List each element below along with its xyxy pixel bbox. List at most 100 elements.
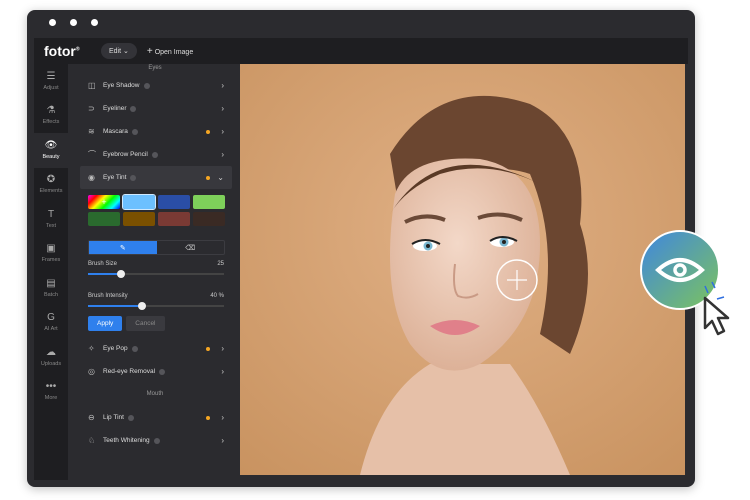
tool-mascara[interactable]: ≋ Mascara › — [80, 120, 232, 143]
tool-label: Eyeliner — [103, 105, 127, 112]
tool-eye-tint[interactable]: ◉ Eye Tint ⌄ — [80, 166, 232, 189]
red-eye-removal-icon: ◎ — [88, 367, 95, 376]
brush-mode-toggle: ✎ ⌫ — [88, 240, 225, 255]
sidebar-item-beauty[interactable]: 👁 Beauty — [34, 133, 68, 168]
brush-size-slider[interactable] — [88, 269, 224, 278]
eye-icon: 👁 — [44, 139, 58, 151]
sidebar-item-text[interactable]: T Text — [34, 202, 68, 237]
sidebar-item-label: More — [44, 395, 58, 402]
logo-text: fotor — [44, 43, 76, 59]
tool-lip-tint[interactable]: ⊖ Lip Tint › — [80, 406, 232, 429]
sidebar-item-elements[interactable]: ✪ Elements — [34, 168, 68, 203]
chevron-right-icon: › — [221, 367, 224, 376]
brush-intensity-value: 40 % — [210, 293, 224, 299]
sidebar-item-ai-art[interactable]: G AI Art — [34, 306, 68, 341]
help-icon[interactable] — [151, 151, 158, 158]
cancel-button[interactable]: Cancel — [126, 316, 165, 331]
status-dot — [206, 415, 210, 420]
chevron-down-icon: ⌄ — [217, 173, 224, 182]
sidebar-item-frames[interactable]: ▣ Frames — [34, 237, 68, 272]
cloud-upload-icon: ☁ — [46, 346, 56, 358]
star-circle-icon: ✪ — [46, 174, 56, 186]
color-swatch[interactable] — [158, 212, 190, 226]
help-icon[interactable] — [143, 82, 150, 89]
window-controls — [49, 19, 98, 26]
chevron-right-icon: › — [221, 104, 224, 113]
teeth-whitening-icon: ♘ — [88, 436, 96, 445]
color-swatches: + — [88, 194, 240, 226]
tool-label: Red-eye Removal — [103, 368, 156, 375]
status-dot — [206, 346, 210, 351]
sidebar-item-uploads[interactable]: ☁ Uploads — [34, 340, 68, 375]
color-swatch[interactable] — [88, 212, 120, 226]
batch-icon: ▤ — [46, 277, 56, 289]
lip-tint-icon: ⊖ — [88, 413, 95, 422]
chevron-right-icon: › — [221, 127, 224, 136]
brush-intensity-slider[interactable] — [88, 301, 224, 310]
sidebar: ☰ Adjust ⚗ Effects 👁 Beauty ✪ Elements T Text ▣ Fra… — [34, 64, 68, 480]
sidebar-item-label: Elements — [39, 188, 63, 195]
tool-eye-pop[interactable]: ✧ Eye Pop › — [80, 337, 232, 360]
eye-shadow-icon: ◫ — [88, 81, 96, 90]
sidebar-item-label: Beauty — [42, 153, 60, 160]
sidebar-item-batch[interactable]: ▤ Batch — [34, 271, 68, 306]
open-image-label: Open Image — [154, 48, 194, 56]
sidebar-item-label: Adjust — [43, 84, 59, 91]
text-icon: T — [47, 208, 55, 220]
color-swatch[interactable] — [158, 195, 190, 209]
flask-icon: ⚗ — [46, 105, 56, 117]
help-icon[interactable] — [153, 437, 160, 444]
slider-knob[interactable] — [138, 301, 147, 310]
tool-label: Mascara — [103, 128, 128, 135]
help-icon[interactable] — [131, 128, 138, 135]
slider-knob[interactable] — [116, 269, 125, 278]
open-image-button[interactable]: + Open Image — [147, 46, 193, 57]
tool-eye-shadow[interactable]: ◫ Eye Shadow › — [80, 74, 232, 97]
section-mouth: Mouth — [146, 391, 164, 397]
sliders-icon: ☰ — [46, 70, 56, 82]
tool-eyebrow-pencil[interactable]: ⌒ Eyebrow Pencil › — [80, 143, 232, 166]
portrait-photo — [240, 64, 685, 475]
window-dot[interactable] — [70, 19, 77, 26]
sidebar-item-effects[interactable]: ⚗ Effects — [34, 99, 68, 134]
color-swatch[interactable] — [123, 212, 155, 226]
sidebar-item-label: Text — [45, 222, 57, 229]
eye-icon: ◉ — [88, 173, 95, 182]
tool-label: Teeth Whitening — [103, 437, 150, 444]
brush-size-label: Brush Size — [88, 261, 118, 267]
more-icon: ••• — [45, 381, 57, 393]
sidebar-item-more[interactable]: ••• More — [34, 375, 68, 410]
edit-menu-button[interactable]: Edit ⌄ — [101, 43, 137, 59]
logo: fotor® — [44, 43, 99, 59]
help-icon[interactable] — [131, 345, 138, 352]
color-swatch[interactable] — [193, 195, 225, 209]
section-eyes: Eyes — [148, 65, 162, 71]
mascara-icon: ≋ — [88, 127, 95, 136]
tool-teeth-whitening[interactable]: ♘ Teeth Whitening › — [80, 429, 232, 452]
sidebar-item-adjust[interactable]: ☰ Adjust — [34, 64, 68, 99]
window-dot[interactable] — [49, 19, 56, 26]
eraser-icon: ⌫ — [185, 244, 196, 252]
tool-label: Eye Pop — [103, 345, 128, 352]
tool-eyeliner[interactable]: ⊃ Eyeliner › — [80, 97, 232, 120]
help-icon[interactable] — [130, 174, 137, 181]
help-icon[interactable] — [159, 368, 166, 375]
eye-tint-badge — [640, 230, 730, 336]
window-dot[interactable] — [91, 19, 98, 26]
sidebar-item-label: Effects — [42, 119, 60, 126]
sidebar-item-label: Batch — [43, 291, 59, 298]
eyebrow-pencil-icon: ⌒ — [88, 150, 96, 159]
eraser-button[interactable]: ⌫ — [157, 241, 225, 254]
color-swatch[interactable] — [122, 194, 156, 210]
help-icon[interactable] — [130, 105, 137, 112]
help-icon[interactable] — [127, 414, 134, 421]
photo-canvas[interactable] — [240, 64, 685, 475]
color-swatch[interactable] — [193, 212, 225, 226]
brush-size-value: 25 — [217, 261, 224, 267]
frame-icon: ▣ — [46, 243, 56, 255]
tool-red-eye-removal[interactable]: ◎ Red-eye Removal › — [80, 360, 232, 383]
custom-color-picker[interactable]: + — [88, 195, 120, 209]
brush-button[interactable]: ✎ — [89, 241, 157, 254]
apply-button[interactable]: Apply — [88, 316, 123, 331]
tool-label: Eye Tint — [103, 174, 127, 181]
